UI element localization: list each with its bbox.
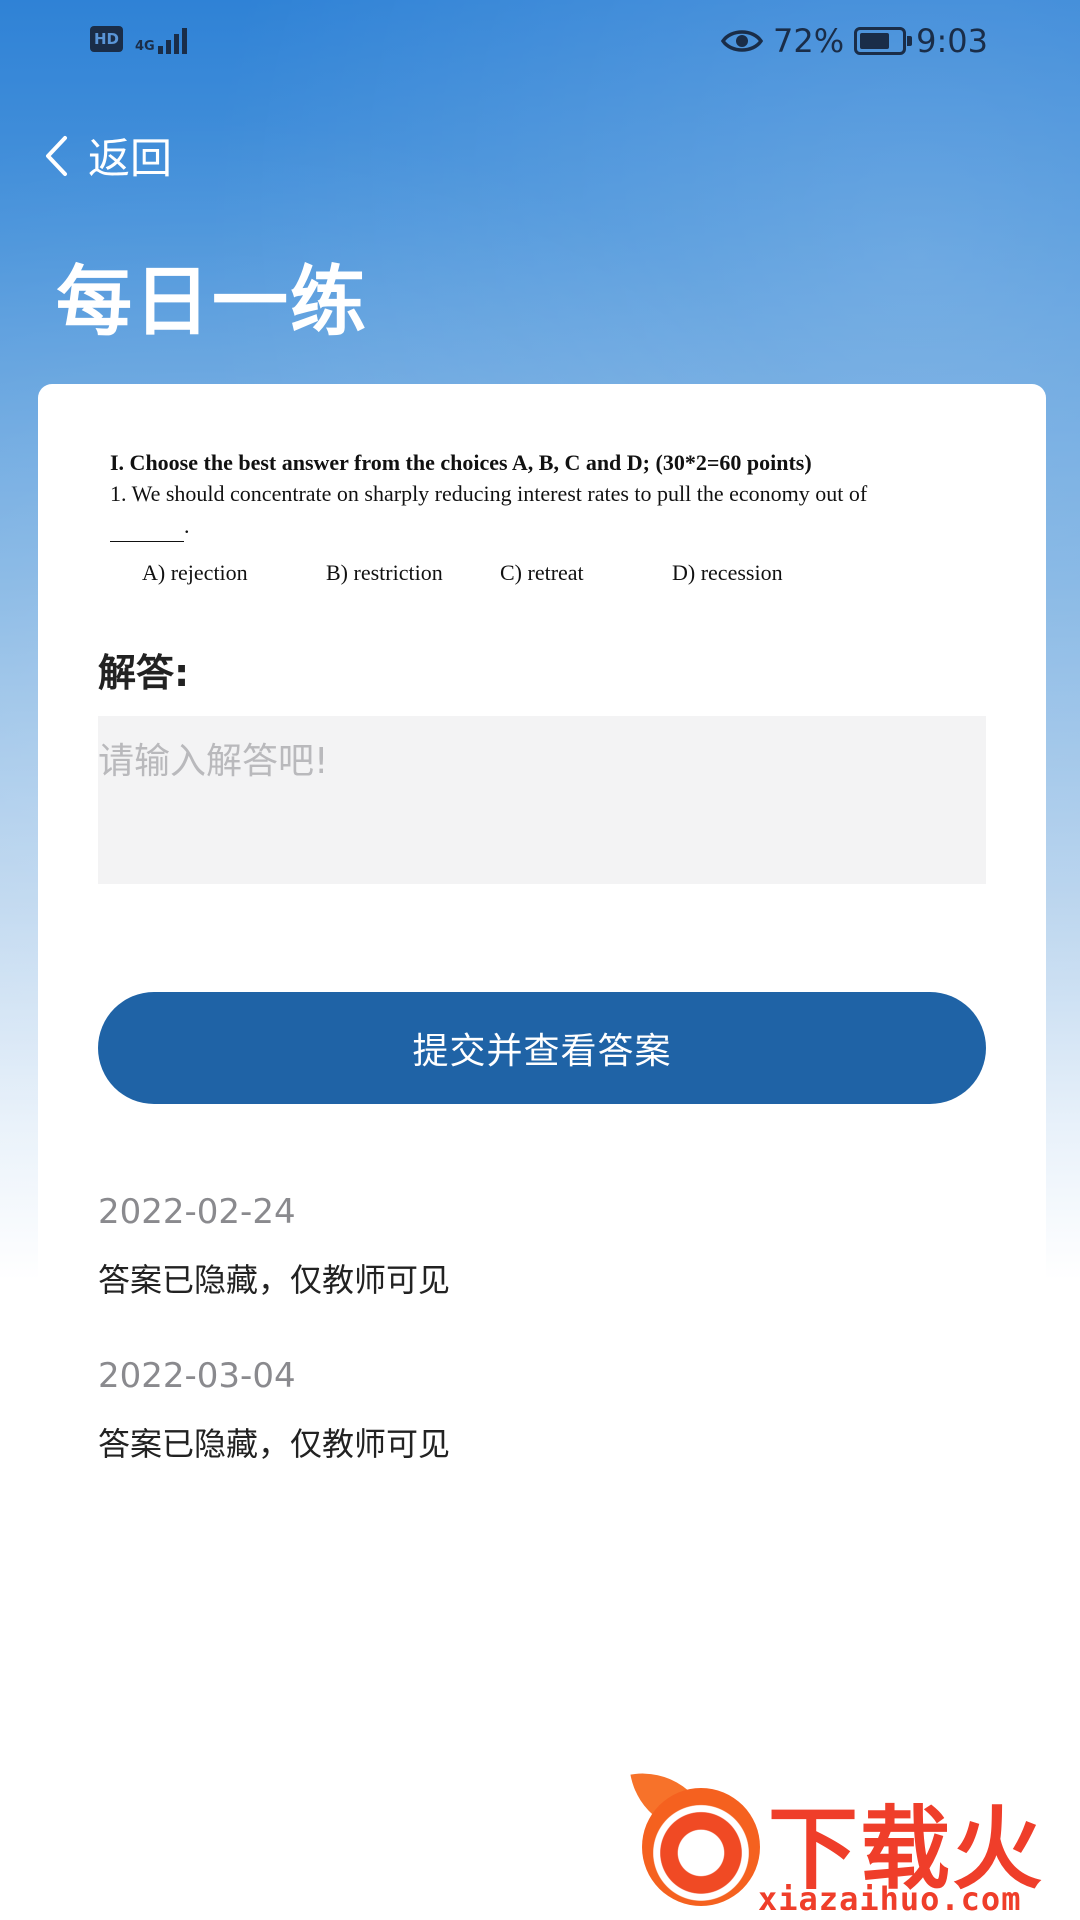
watermark-logo: ⬇ 下载火 xiazaihuo.com bbox=[640, 1780, 1080, 1920]
answer-input[interactable] bbox=[98, 716, 986, 884]
watermark-en: xiazaihuo.com bbox=[758, 1880, 1022, 1918]
status-left: HD 4G bbox=[90, 24, 187, 54]
answer-history: 2022-02-24 答案已隐藏，仅教师可见 2022-03-04 答案已隐藏，… bbox=[98, 1184, 986, 1512]
back-button[interactable]: 返回 bbox=[44, 125, 172, 186]
option-c: C) retreat bbox=[500, 560, 584, 585]
question-text: 1. We should concentrate on sharply redu… bbox=[110, 478, 990, 542]
battery-icon bbox=[854, 27, 913, 55]
clock: 9:03 bbox=[916, 22, 988, 60]
answer-options: A) rejection B) restriction C) retreat D… bbox=[110, 552, 990, 596]
back-chevron-icon bbox=[46, 135, 67, 176]
question-blank bbox=[110, 520, 184, 542]
page-title: 每日一练 bbox=[56, 257, 368, 346]
question-sentence: 1. We should concentrate on sharply redu… bbox=[110, 481, 868, 506]
question-block: I. Choose the best answer from the choic… bbox=[110, 448, 990, 596]
question-heading: I. Choose the best answer from the choic… bbox=[110, 450, 812, 475]
status-bar: HD 4G 72% 9:03 bbox=[0, 0, 1080, 90]
exercise-card: I. Choose the best answer from the choic… bbox=[38, 384, 1046, 1704]
history-date: 2022-02-24 bbox=[98, 1192, 296, 1232]
battery-percent: 72% bbox=[773, 22, 845, 60]
history-item: 2022-03-04 答案已隐藏，仅教师可见 bbox=[98, 1352, 986, 1512]
submit-button[interactable]: 提交并查看答案 bbox=[98, 992, 986, 1104]
option-a: A) rejection bbox=[142, 560, 248, 585]
signal-icon bbox=[157, 24, 187, 54]
history-text: 答案已隐藏，仅教师可见 bbox=[98, 1425, 451, 1463]
option-b: B) restriction bbox=[326, 560, 443, 585]
answer-label: 解答: bbox=[98, 651, 190, 695]
download-icon: ⬇ bbox=[689, 1841, 709, 1867]
network-label: 4G bbox=[135, 39, 155, 54]
history-date: 2022-03-04 bbox=[98, 1356, 296, 1396]
option-d: D) recession bbox=[672, 560, 783, 585]
status-right: 72% 9:03 bbox=[721, 22, 988, 60]
hd-badge: HD bbox=[90, 26, 124, 52]
network-indicator: 4G bbox=[135, 24, 187, 54]
eye-icon bbox=[721, 30, 764, 52]
back-label: 返回 bbox=[88, 134, 173, 183]
question-blank-suffix: . bbox=[184, 513, 190, 538]
history-item: 2022-02-24 答案已隐藏，仅教师可见 bbox=[98, 1188, 986, 1348]
history-text: 答案已隐藏，仅教师可见 bbox=[98, 1261, 451, 1299]
